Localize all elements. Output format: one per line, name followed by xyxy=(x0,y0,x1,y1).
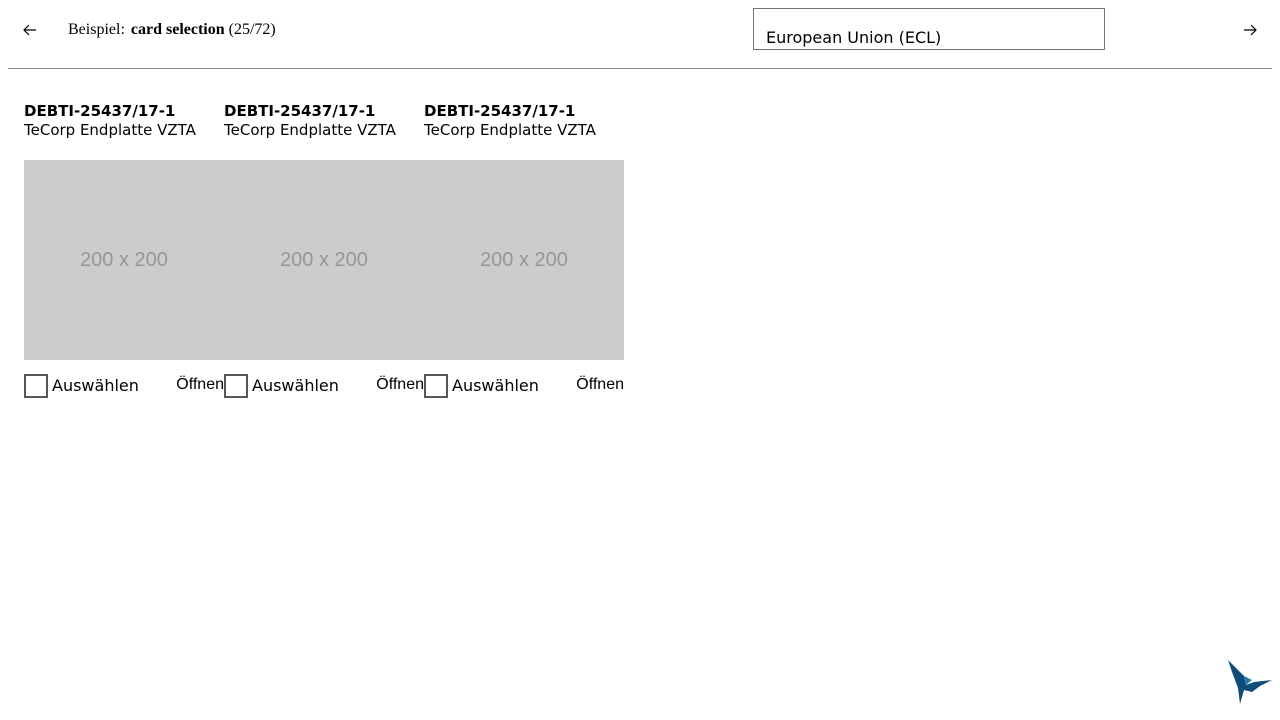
card-select-checkbox[interactable] xyxy=(24,374,48,398)
card-image-text: 200 x 200 xyxy=(280,248,368,271)
card-title: DEBTI-25437/17-1 xyxy=(24,102,176,120)
card-open-link[interactable]: Öffnen xyxy=(376,375,424,395)
card-open-link[interactable]: Öffnen xyxy=(576,375,624,395)
card-image-placeholder: 200 x 200 xyxy=(24,160,224,360)
next-button[interactable] xyxy=(1236,18,1264,42)
hummingbird-logo-icon xyxy=(1228,660,1272,704)
language-select-value: European Union (ECL) xyxy=(766,28,942,47)
card-title: DEBTI-25437/17-1 xyxy=(424,102,576,120)
card-image-text: 200 x 200 xyxy=(80,248,168,271)
page-counter: (25/72) xyxy=(228,21,276,38)
card-select-label[interactable]: Auswählen xyxy=(52,376,139,396)
breadcrumb: Beispiel: card selection (25/72) xyxy=(68,20,276,40)
card-subtitle: TeCorp Endplatte VZTA xyxy=(224,121,396,139)
card-select-checkbox[interactable] xyxy=(224,374,248,398)
card-select-label[interactable]: Auswählen xyxy=(252,376,339,396)
card: DEBTI-25437/17-1 TeCorp Endplatte VZTA 2… xyxy=(24,101,224,399)
arrow-right-icon xyxy=(1244,24,1257,36)
arrow-left-icon xyxy=(23,24,36,36)
card-image-text: 200 x 200 xyxy=(480,248,568,271)
card-subtitle: TeCorp Endplatte VZTA xyxy=(24,121,196,139)
card-actions: Auswählen Öffnen xyxy=(424,373,624,399)
card: DEBTI-25437/17-1 TeCorp Endplatte VZTA 2… xyxy=(224,101,424,399)
prev-button[interactable] xyxy=(16,18,44,42)
card-subtitle: TeCorp Endplatte VZTA xyxy=(424,121,596,139)
card-open-link[interactable]: Öffnen xyxy=(176,375,224,395)
top-bar: Beispiel: card selection (25/72) European … xyxy=(8,0,1272,69)
card-list: DEBTI-25437/17-1 TeCorp Endplatte VZTA 2… xyxy=(24,101,624,399)
card-actions: Auswählen Öffnen xyxy=(224,373,424,399)
card-image-placeholder: 200 x 200 xyxy=(224,160,424,360)
card-select-label[interactable]: Auswählen xyxy=(452,376,539,396)
page-title: card selection xyxy=(130,21,225,38)
card-actions: Auswählen Öffnen xyxy=(24,373,224,399)
card-title: DEBTI-25437/17-1 xyxy=(224,102,376,120)
card-select-checkbox[interactable] xyxy=(424,374,448,398)
breadcrumb-prefix: Beispiel: xyxy=(68,21,125,38)
card-image-placeholder: 200 x 200 xyxy=(424,160,624,360)
language-select[interactable]: European Union (ECL) xyxy=(753,8,1105,50)
card: DEBTI-25437/17-1 TeCorp Endplatte VZTA 2… xyxy=(424,101,624,399)
